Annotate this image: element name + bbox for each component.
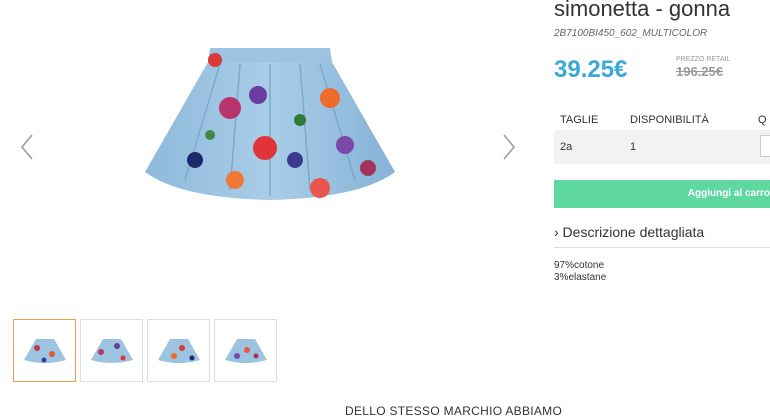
product-info: simonetta - gonna 2B7100BI450_602_MULTIC… [554,0,770,300]
skirt-thumbnail-image [90,338,133,363]
description-divider [554,247,770,248]
composition-text: 97%cotone 3%elastane [554,260,606,284]
chevron-left-icon [21,134,33,160]
header-quantity: Q [758,114,767,126]
skirt-image [145,48,395,200]
thumbnail-1[interactable] [13,319,76,382]
product-title: simonetta - gonna [554,0,731,21]
chevron-right-icon [503,134,515,160]
row-availability: 1 [630,141,637,153]
same-brand-heading: DELLO STESSO MARCHIO ABBIAMO [345,404,563,418]
composition-line: 3%elastane [554,272,607,283]
description-toggle[interactable]: › Descrizione dettagliata [554,224,704,240]
thumbnail-4[interactable] [214,319,277,382]
composition-line: 97%cotone [554,260,605,271]
thumbnail-strip [13,319,277,382]
sizes-table-row: 2a 1 [554,130,770,164]
skirt-thumbnail-image [224,338,267,363]
header-sizes: TAGLIE [560,114,599,126]
skirt-thumbnail-image [157,338,200,363]
retail-price: 196.25€ [676,64,723,79]
thumbnail-2[interactable] [80,319,143,382]
quantity-input[interactable] [760,135,770,157]
add-to-cart-label: Aggiungi al carro [687,188,770,199]
row-size: 2a [560,141,573,153]
product-price: 39.25€ [554,56,628,83]
product-gallery [0,0,540,300]
retail-price-label: PREZZO RETAIL [676,56,731,63]
thumbnail-3[interactable] [147,319,210,382]
add-to-cart-button[interactable]: Aggiungi al carro [554,180,770,208]
product-sku: 2B7100BI450_602_MULTICOLOR [554,28,708,39]
gallery-next-button[interactable] [498,132,518,162]
skirt-thumbnail-image [23,338,66,363]
header-availability: DISPONIBILITÀ [630,114,709,126]
gallery-prev-button[interactable] [18,132,38,162]
